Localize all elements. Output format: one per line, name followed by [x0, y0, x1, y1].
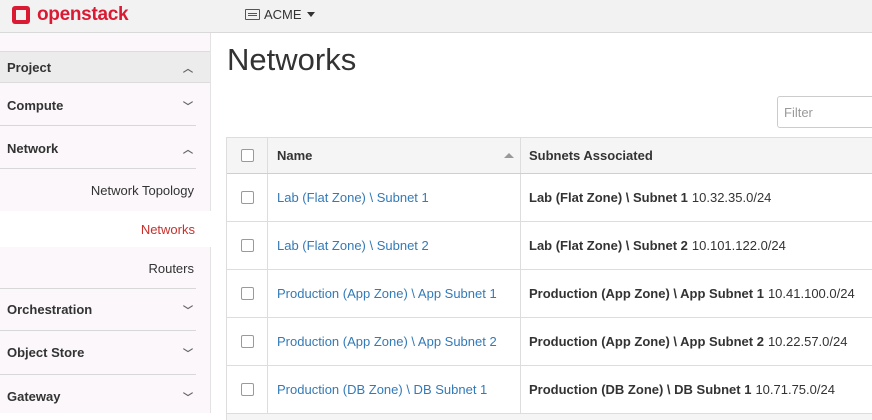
subnet-cidr: 10.22.57.0/24: [767, 334, 848, 349]
column-header-name[interactable]: Name: [268, 138, 521, 173]
subnet-name: Production (App Zone) \ App Subnet 1: [529, 286, 764, 301]
sidebar-item-networks[interactable]: Networks: [0, 211, 211, 247]
column-header-subnets[interactable]: Subnets Associated: [521, 138, 872, 173]
brand-name: openstack: [37, 4, 129, 25]
chevron-up-icon: ︿: [183, 144, 193, 156]
sidebar-section-label: Object Store: [7, 344, 85, 360]
network-name-link[interactable]: Production (DB Zone) \ DB Subnet 1: [277, 382, 487, 397]
subnet-cidr: 10.32.35.0/24: [691, 190, 772, 205]
table-header-row: Name Subnets Associated: [227, 138, 872, 174]
chevron-up-icon: ︿: [183, 63, 193, 75]
table-row: Production (DB Zone) \ DB Subnet 1 Produ…: [227, 366, 872, 414]
chevron-down-icon: ﹀: [183, 348, 193, 360]
table-row: Production (App Zone) \ App Subnet 2 Pro…: [227, 318, 872, 366]
table-row: Lab (Flat Zone) \ Subnet 1 Lab (Flat Zon…: [227, 174, 872, 222]
subnet-cidr: 10.101.122.0/24: [691, 238, 786, 253]
table-row: Lab (Flat Zone) \ Subnet 2 Lab (Flat Zon…: [227, 222, 872, 270]
subnet-name: Production (DB Zone) \ DB Subnet 1: [529, 382, 752, 397]
sidebar-section-label: Project: [7, 59, 52, 75]
network-name-link[interactable]: Production (App Zone) \ App Subnet 2: [277, 334, 497, 349]
sidebar-item-label: Routers: [148, 260, 194, 276]
sidebar-section-label: Compute: [7, 97, 64, 113]
row-checkbox[interactable]: [240, 239, 254, 252]
sidebar-section-compute[interactable]: Compute ﹀: [0, 85, 210, 125]
top-navbar: openstack ACME: [0, 0, 872, 33]
subnet-name: Production (App Zone) \ App Subnet 2: [529, 334, 764, 349]
table-row: Production (App Zone) \ App Subnet 1 Pro…: [227, 270, 872, 318]
caret-down-icon: [306, 12, 315, 17]
network-name-link[interactable]: Production (App Zone) \ App Subnet 1: [277, 286, 497, 301]
divider: [0, 125, 196, 126]
row-checkbox[interactable]: [240, 383, 254, 396]
sidebar-item-label: Network Topology: [90, 182, 194, 198]
row-checkbox[interactable]: [240, 335, 254, 348]
brand-logo[interactable]: openstack: [12, 4, 129, 25]
sidebar-section-orchestration[interactable]: Orchestration ﹀: [0, 289, 210, 329]
row-checkbox[interactable]: [240, 191, 254, 204]
openstack-logo-icon: [12, 6, 30, 24]
column-header-label: Name: [277, 148, 313, 163]
divider: [0, 330, 196, 331]
sort-up-icon: [504, 153, 514, 158]
divider: [0, 374, 196, 375]
sidebar-section-gateway[interactable]: Gateway ﹀: [0, 376, 210, 416]
table-footer: [227, 414, 872, 420]
server-icon: [245, 9, 260, 20]
network-name-link[interactable]: Lab (Flat Zone) \ Subnet 2: [277, 238, 429, 253]
sidebar-item-routers[interactable]: Routers: [0, 250, 210, 286]
row-checkbox[interactable]: [240, 287, 254, 300]
sidebar-section-label: Orchestration: [7, 301, 93, 317]
chevron-down-icon: ﹀: [183, 305, 193, 317]
chevron-down-icon: ﹀: [183, 101, 193, 113]
project-selector-label: ACME: [264, 7, 302, 22]
sidebar-item-network-topology[interactable]: Network Topology: [0, 172, 210, 208]
column-header-label: Subnets Associated: [529, 148, 653, 163]
networks-table: Name Subnets Associated Lab (Flat Zone) …: [226, 137, 872, 420]
subnet-cidr: 10.41.100.0/24: [767, 286, 855, 301]
sidebar-section-object-store[interactable]: Object Store ﹀: [0, 332, 210, 372]
sidebar-section-project[interactable]: Project ︿: [0, 51, 210, 83]
divider: [0, 168, 196, 169]
sidebar-section-network[interactable]: Network ︿: [0, 128, 210, 168]
subnet-name: Lab (Flat Zone) \ Subnet 1: [529, 190, 688, 205]
sidebar-section-label: Gateway: [7, 388, 61, 404]
sidebar: Project ︿ Compute ﹀ Network ︿ Network To…: [0, 33, 211, 413]
network-name-link[interactable]: Lab (Flat Zone) \ Subnet 1: [277, 190, 429, 205]
filter-input[interactable]: [777, 96, 872, 128]
page-title: Networks: [227, 42, 357, 77]
subnet-name: Lab (Flat Zone) \ Subnet 2: [529, 238, 688, 253]
sidebar-item-label: Networks: [140, 221, 195, 237]
chevron-down-icon: ﹀: [183, 392, 193, 404]
subnet-cidr: 10.71.75.0/24: [755, 382, 835, 397]
select-all-checkbox[interactable]: [240, 149, 254, 162]
project-selector-dropdown[interactable]: ACME: [245, 7, 315, 22]
sidebar-section-label: Network: [7, 140, 59, 156]
